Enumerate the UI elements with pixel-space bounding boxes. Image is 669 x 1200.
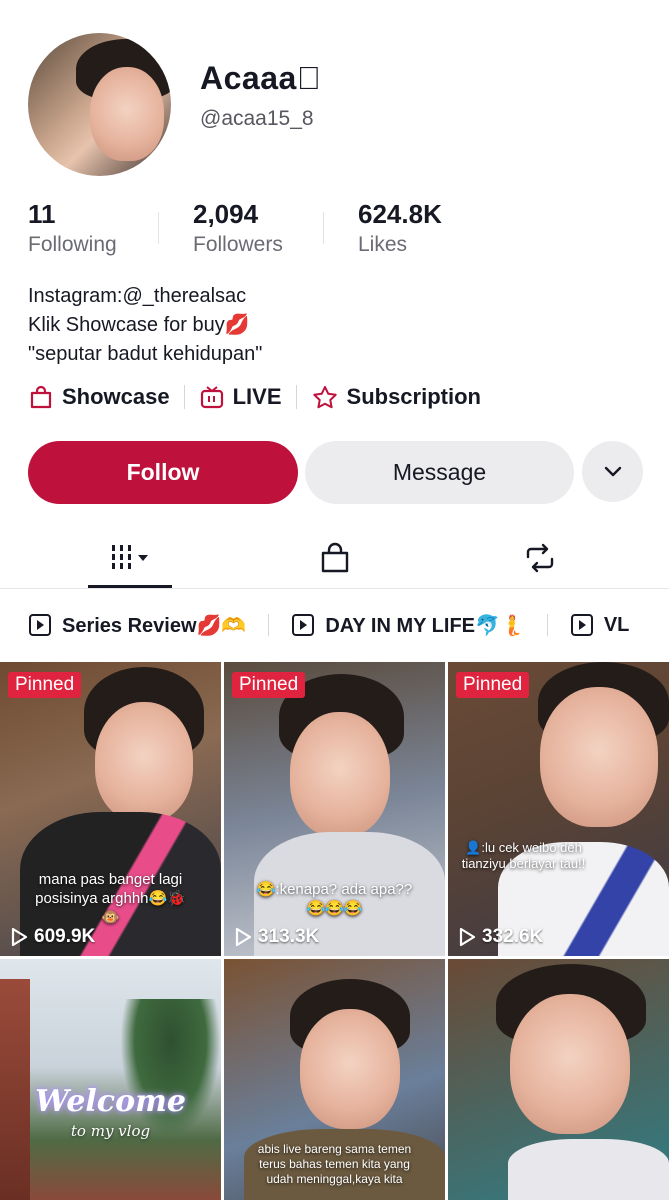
thumbnail-face (300, 1009, 400, 1129)
tab-shop[interactable] (223, 530, 446, 586)
thumbnail-face (290, 712, 390, 837)
play-square-icon (29, 614, 51, 636)
bio-line-2: Klik Showcase for buy💋 (28, 314, 250, 336)
likes-label: Likes (358, 233, 408, 256)
pinned-badge: Pinned (456, 672, 530, 698)
video-caption: abis live bareng sama temen terus bahas … (257, 1142, 412, 1186)
video-caption: 😂:kenapa? ada apa?? 😂😂😂 (256, 881, 413, 917)
message-button[interactable]: Message (305, 441, 574, 504)
profile-name: Acaaa (200, 60, 321, 96)
playlist-label: VL (603, 613, 630, 636)
view-count: 313.3K (234, 926, 319, 948)
view-count: 609.9K (10, 926, 95, 948)
following-count[interactable]: 11 (28, 199, 56, 230)
play-outline-icon (235, 927, 252, 947)
link-separator (295, 385, 297, 409)
subscription-label: Subscription (346, 384, 481, 409)
view-count: 332.6K (458, 926, 543, 948)
video-tile[interactable] (448, 959, 669, 1200)
live-tv-icon (200, 386, 223, 409)
tab-videos[interactable] (20, 530, 243, 586)
thumbnail-shirt (508, 1139, 669, 1200)
link-separator (183, 385, 185, 409)
video-caption: mana pas banget lagi posisinya arghhh😂🐞🐵 (35, 871, 186, 926)
thumbnail-face (540, 687, 658, 827)
play-outline-icon (459, 927, 476, 947)
playlist-item[interactable]: Series Review💋🫶 (28, 613, 246, 638)
likes-count: 624.8K (358, 199, 442, 229)
vlog-overlay: to my vlog (70, 1122, 151, 1140)
playlist-label: Series Review💋🫶 (62, 614, 247, 637)
follow-button[interactable]: Follow (28, 441, 298, 504)
videos-grid-icon (111, 545, 148, 569)
stat-divider (323, 212, 324, 244)
followers-label[interactable]: Followers (193, 233, 283, 257)
live-label: LIVE (232, 384, 282, 409)
profile-links: Showcase LIVE Subscription (28, 381, 481, 413)
video-tile[interactable]: abis live bareng sama temen terus bahas … (224, 959, 445, 1200)
view-count-label: 609.9K (34, 926, 96, 947)
video-tile[interactable]: Pinned mana pas banget lagi posisinya ar… (0, 662, 221, 956)
video-tile[interactable]: Pinned 👤:lu cek weibo deh tianziyu berla… (448, 662, 669, 956)
video-tile[interactable]: Pinned 😂:kenapa? ada apa?? 😂😂😂 313.3K (224, 662, 445, 956)
stat-divider (158, 212, 159, 244)
tab-reposts[interactable] (428, 530, 651, 586)
shop-bag-icon (321, 542, 348, 573)
more-options-button[interactable] (582, 441, 643, 502)
play-square-icon (292, 614, 315, 636)
repost-icon (526, 543, 553, 573)
avatar-face (90, 67, 164, 161)
tabs-divider (0, 588, 669, 589)
following-label[interactable]: Following (28, 233, 117, 257)
playlist-separator (546, 614, 548, 636)
play-square-icon (570, 614, 593, 636)
subscription-star-icon (312, 386, 337, 409)
play-outline-icon (11, 927, 28, 947)
profile-handle: @acaa15_8 (200, 107, 314, 130)
playlist-separator (268, 614, 270, 636)
bio-line-3: "seputar badut kehidupan" (28, 343, 263, 365)
chevron-down-icon (604, 466, 621, 476)
playlist-row: Series Review💋🫶 DAY IN MY LIFE🐬🧜 VL (28, 605, 629, 645)
thumbnail-face (510, 994, 630, 1134)
video-caption: 👤:lu cek weibo deh tianziyu berlayar tau… (461, 840, 586, 871)
pinned-badge: Pinned (8, 672, 82, 698)
subscription-link[interactable]: Subscription (311, 384, 481, 410)
showcase-link[interactable]: Showcase (28, 384, 170, 410)
playlist-item[interactable]: DAY IN MY LIFE🐬🧜 (291, 613, 525, 638)
playlist-item[interactable]: VL (570, 613, 630, 637)
bio-line-1[interactable]: Instagram:@_therealsac (28, 282, 246, 311)
shop-bag-icon (30, 385, 52, 409)
video-tile[interactable]: Welcome to my vlog (0, 959, 221, 1200)
view-count-label: 313.3K (258, 926, 320, 947)
pinned-badge: Pinned (232, 672, 306, 698)
view-count-label: 332.6K (482, 926, 544, 947)
playlist-label: DAY IN MY LIFE🐬🧜 (325, 614, 525, 637)
thumbnail-face (95, 702, 193, 822)
followers-count[interactable]: 2,094 (193, 199, 258, 230)
welcome-overlay: Welcome (35, 1084, 186, 1119)
live-link[interactable]: LIVE (199, 384, 282, 410)
showcase-label: Showcase (62, 384, 170, 409)
avatar[interactable] (28, 33, 171, 176)
